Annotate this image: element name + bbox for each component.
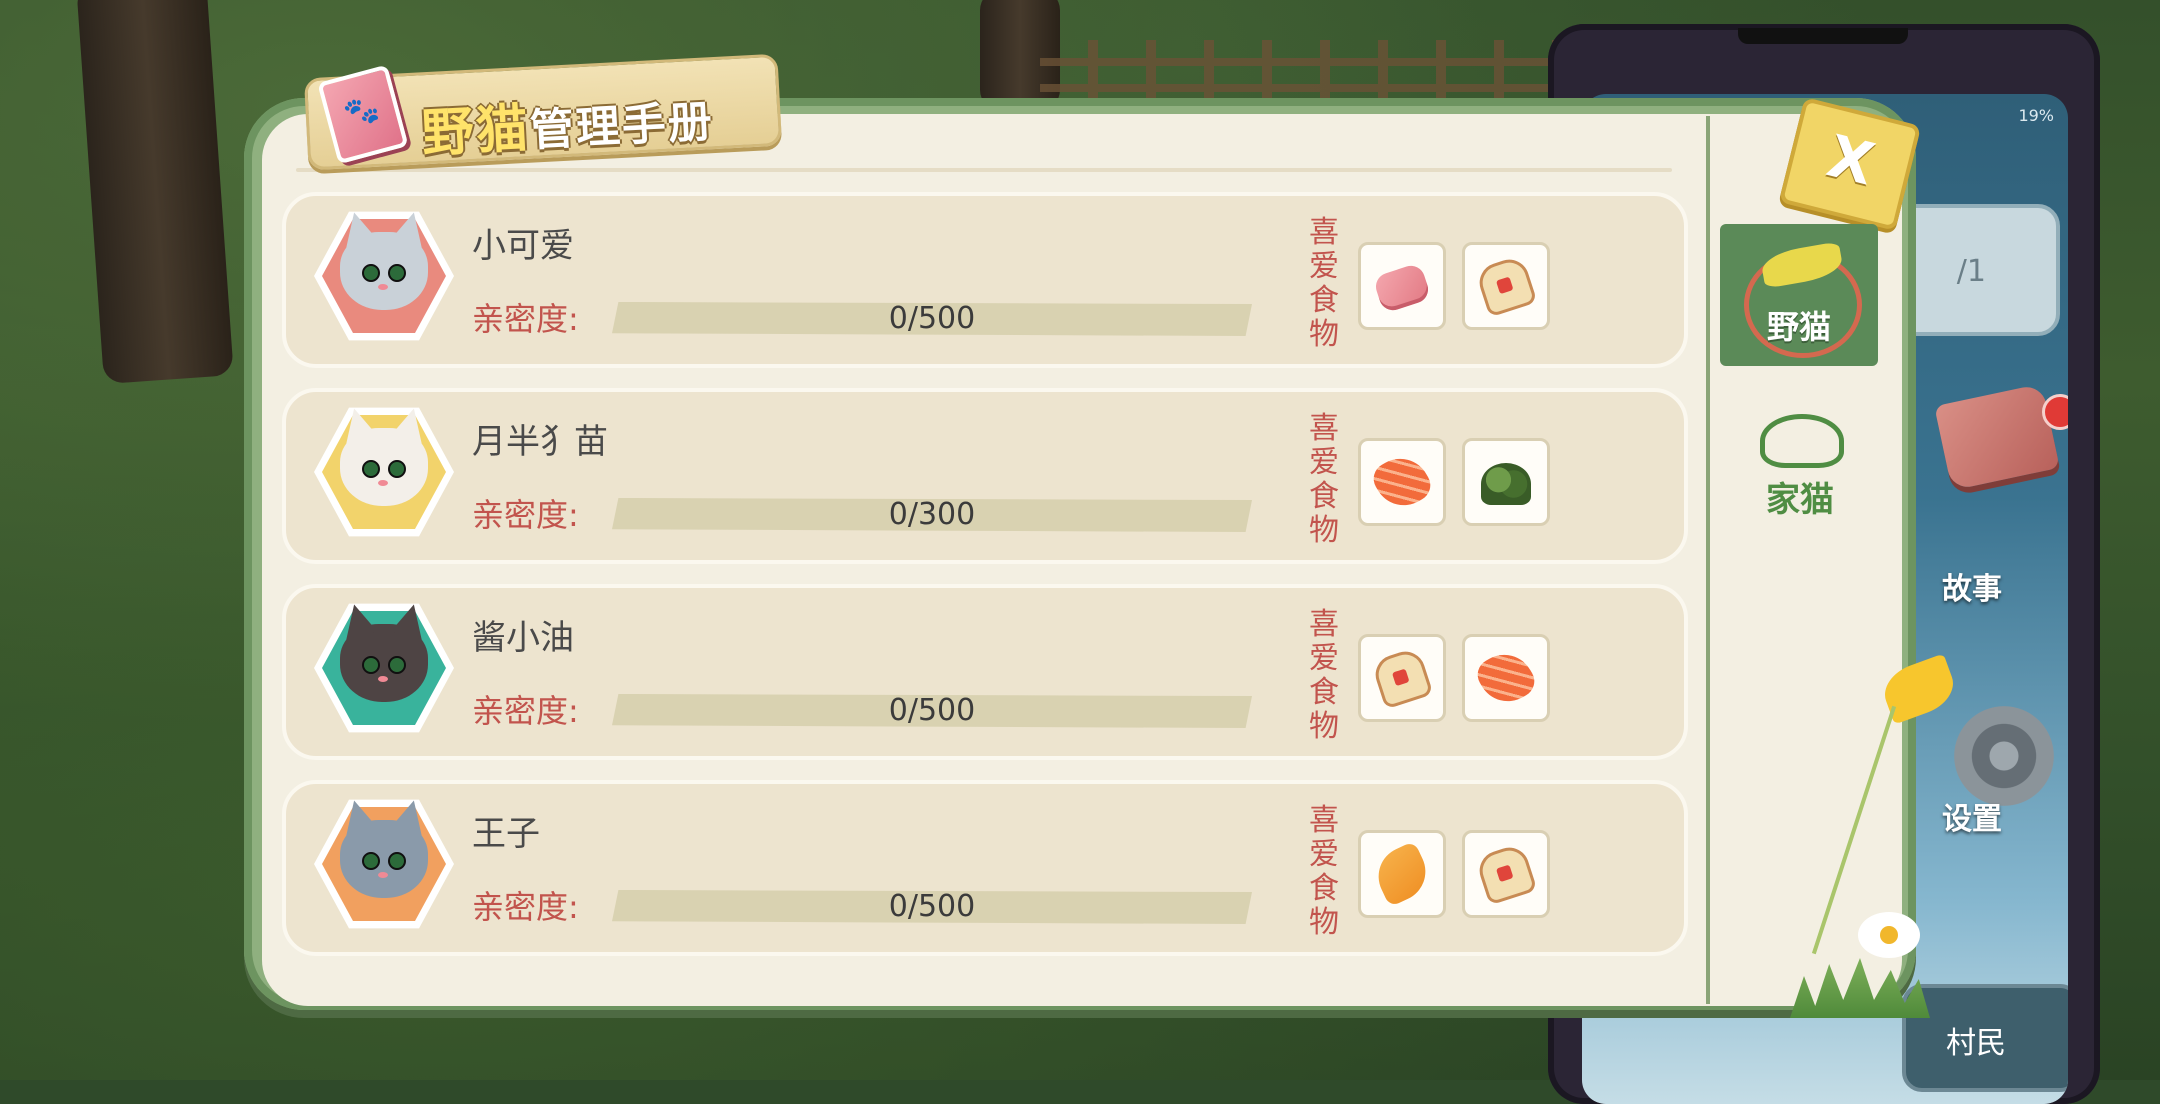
cat-eye bbox=[362, 656, 380, 674]
favorite-food-label: 喜爱食物 bbox=[1309, 411, 1339, 548]
affinity-label: 亲密度: bbox=[472, 692, 579, 730]
cat-bowl-icon bbox=[1760, 414, 1844, 468]
affinity-bar: 0/500 bbox=[612, 890, 1252, 924]
handbook-divider bbox=[1706, 116, 1710, 1004]
settings-label[interactable]: 设置 bbox=[1942, 794, 2002, 838]
affinity-label: 亲密度: bbox=[472, 496, 579, 534]
tab-house-cats[interactable]: 家猫 bbox=[1730, 410, 1870, 520]
cat-name: 月半犭苗 bbox=[472, 422, 608, 462]
cat-eye bbox=[388, 460, 406, 478]
villager-button[interactable]: 村民 bbox=[1902, 984, 2068, 1092]
settings-gear-icon[interactable] bbox=[1954, 706, 2054, 806]
daisy-icon bbox=[1858, 912, 1920, 958]
favorite-food-slot[interactable] bbox=[1358, 242, 1446, 330]
page-title: 野猫管理手册 bbox=[420, 96, 716, 165]
affinity-label: 亲密度: bbox=[472, 888, 579, 926]
cat-face-icon bbox=[340, 428, 428, 506]
favorite-food-slot[interactable] bbox=[1462, 634, 1550, 722]
cat-row[interactable]: 酱小油 亲密度: 0/500 喜爱食物 bbox=[282, 584, 1688, 760]
cat-nose bbox=[378, 872, 388, 878]
story-label[interactable]: 故事 bbox=[1942, 564, 2002, 608]
favorite-food-slot[interactable] bbox=[1358, 830, 1446, 918]
cat-row[interactable]: 小可爱 亲密度: 0/500 喜爱食物 bbox=[282, 192, 1688, 368]
ham-icon bbox=[1372, 262, 1432, 314]
salmon-icon bbox=[1471, 643, 1541, 713]
cat-face-icon bbox=[340, 820, 428, 898]
favorite-food-slot[interactable] bbox=[1358, 634, 1446, 722]
salmon-icon bbox=[1367, 447, 1437, 517]
cat-row[interactable]: 王子 亲密度: 0/500 喜爱食物 bbox=[282, 780, 1688, 956]
cat-name: 王子 bbox=[472, 814, 540, 854]
cat-eye bbox=[388, 264, 406, 282]
affinity-value: 0/300 bbox=[888, 497, 976, 532]
affinity-bar: 0/500 bbox=[612, 694, 1252, 728]
paw-book-icon bbox=[317, 64, 409, 165]
cat-eye bbox=[362, 264, 380, 282]
close-icon: X bbox=[1821, 121, 1881, 199]
rice-ball-icon bbox=[1474, 254, 1538, 318]
affinity-bar: 0/500 bbox=[612, 302, 1252, 336]
cat-eye bbox=[362, 852, 380, 870]
affinity-value: 0/500 bbox=[888, 889, 976, 924]
seaweed-icon bbox=[1481, 463, 1531, 505]
rice-ball-icon bbox=[1370, 646, 1434, 710]
favorite-food-label: 喜爱食物 bbox=[1309, 803, 1339, 940]
cat-nose bbox=[378, 284, 388, 290]
cat-avatar[interactable] bbox=[314, 598, 454, 738]
cat-name: 酱小油 bbox=[472, 618, 574, 658]
favorite-food-slot[interactable] bbox=[1462, 830, 1550, 918]
phone-card-text: /1 bbox=[1956, 254, 1986, 289]
cat-eye bbox=[388, 852, 406, 870]
story-book-icon[interactable] bbox=[1934, 383, 2060, 491]
favorite-food-slot[interactable] bbox=[1462, 438, 1550, 526]
cat-row[interactable]: 月半犭苗 亲密度: 0/300 喜爱食物 bbox=[282, 388, 1688, 564]
cat-avatar[interactable] bbox=[314, 206, 454, 346]
tab-wild-label: 野猫 bbox=[1766, 308, 1831, 346]
affinity-bar: 0/300 bbox=[612, 498, 1252, 532]
cat-avatar[interactable] bbox=[314, 794, 454, 934]
top-divider bbox=[296, 168, 1672, 172]
battery-indicator: 19% bbox=[2018, 106, 2054, 125]
cat-eye bbox=[362, 460, 380, 478]
phone-notch bbox=[1738, 28, 1908, 44]
favorite-food-label: 喜爱食物 bbox=[1309, 607, 1339, 744]
cat-avatar[interactable] bbox=[314, 402, 454, 542]
cat-nose bbox=[378, 676, 388, 682]
villager-label: 村民 bbox=[1946, 1026, 2006, 1061]
favorite-food-slot[interactable] bbox=[1462, 242, 1550, 330]
affinity-value: 0/500 bbox=[888, 301, 976, 336]
cat-face-icon bbox=[340, 232, 428, 310]
cat-nose bbox=[378, 480, 388, 486]
tab-wild-cats[interactable]: 野猫 bbox=[1720, 224, 1878, 366]
cat-face-icon bbox=[340, 624, 428, 702]
cat-eye bbox=[388, 656, 406, 674]
favorite-food-label: 喜爱食物 bbox=[1309, 215, 1339, 352]
affinity-value: 0/500 bbox=[888, 693, 976, 728]
favorite-food-slot[interactable] bbox=[1358, 438, 1446, 526]
mango-icon bbox=[1368, 840, 1436, 908]
tree-trunk bbox=[76, 0, 234, 385]
rice-ball-icon bbox=[1474, 842, 1538, 906]
cat-name: 小可爱 bbox=[472, 226, 574, 266]
tab-home-label: 家猫 bbox=[1766, 480, 1834, 520]
affinity-label: 亲密度: bbox=[472, 300, 579, 338]
